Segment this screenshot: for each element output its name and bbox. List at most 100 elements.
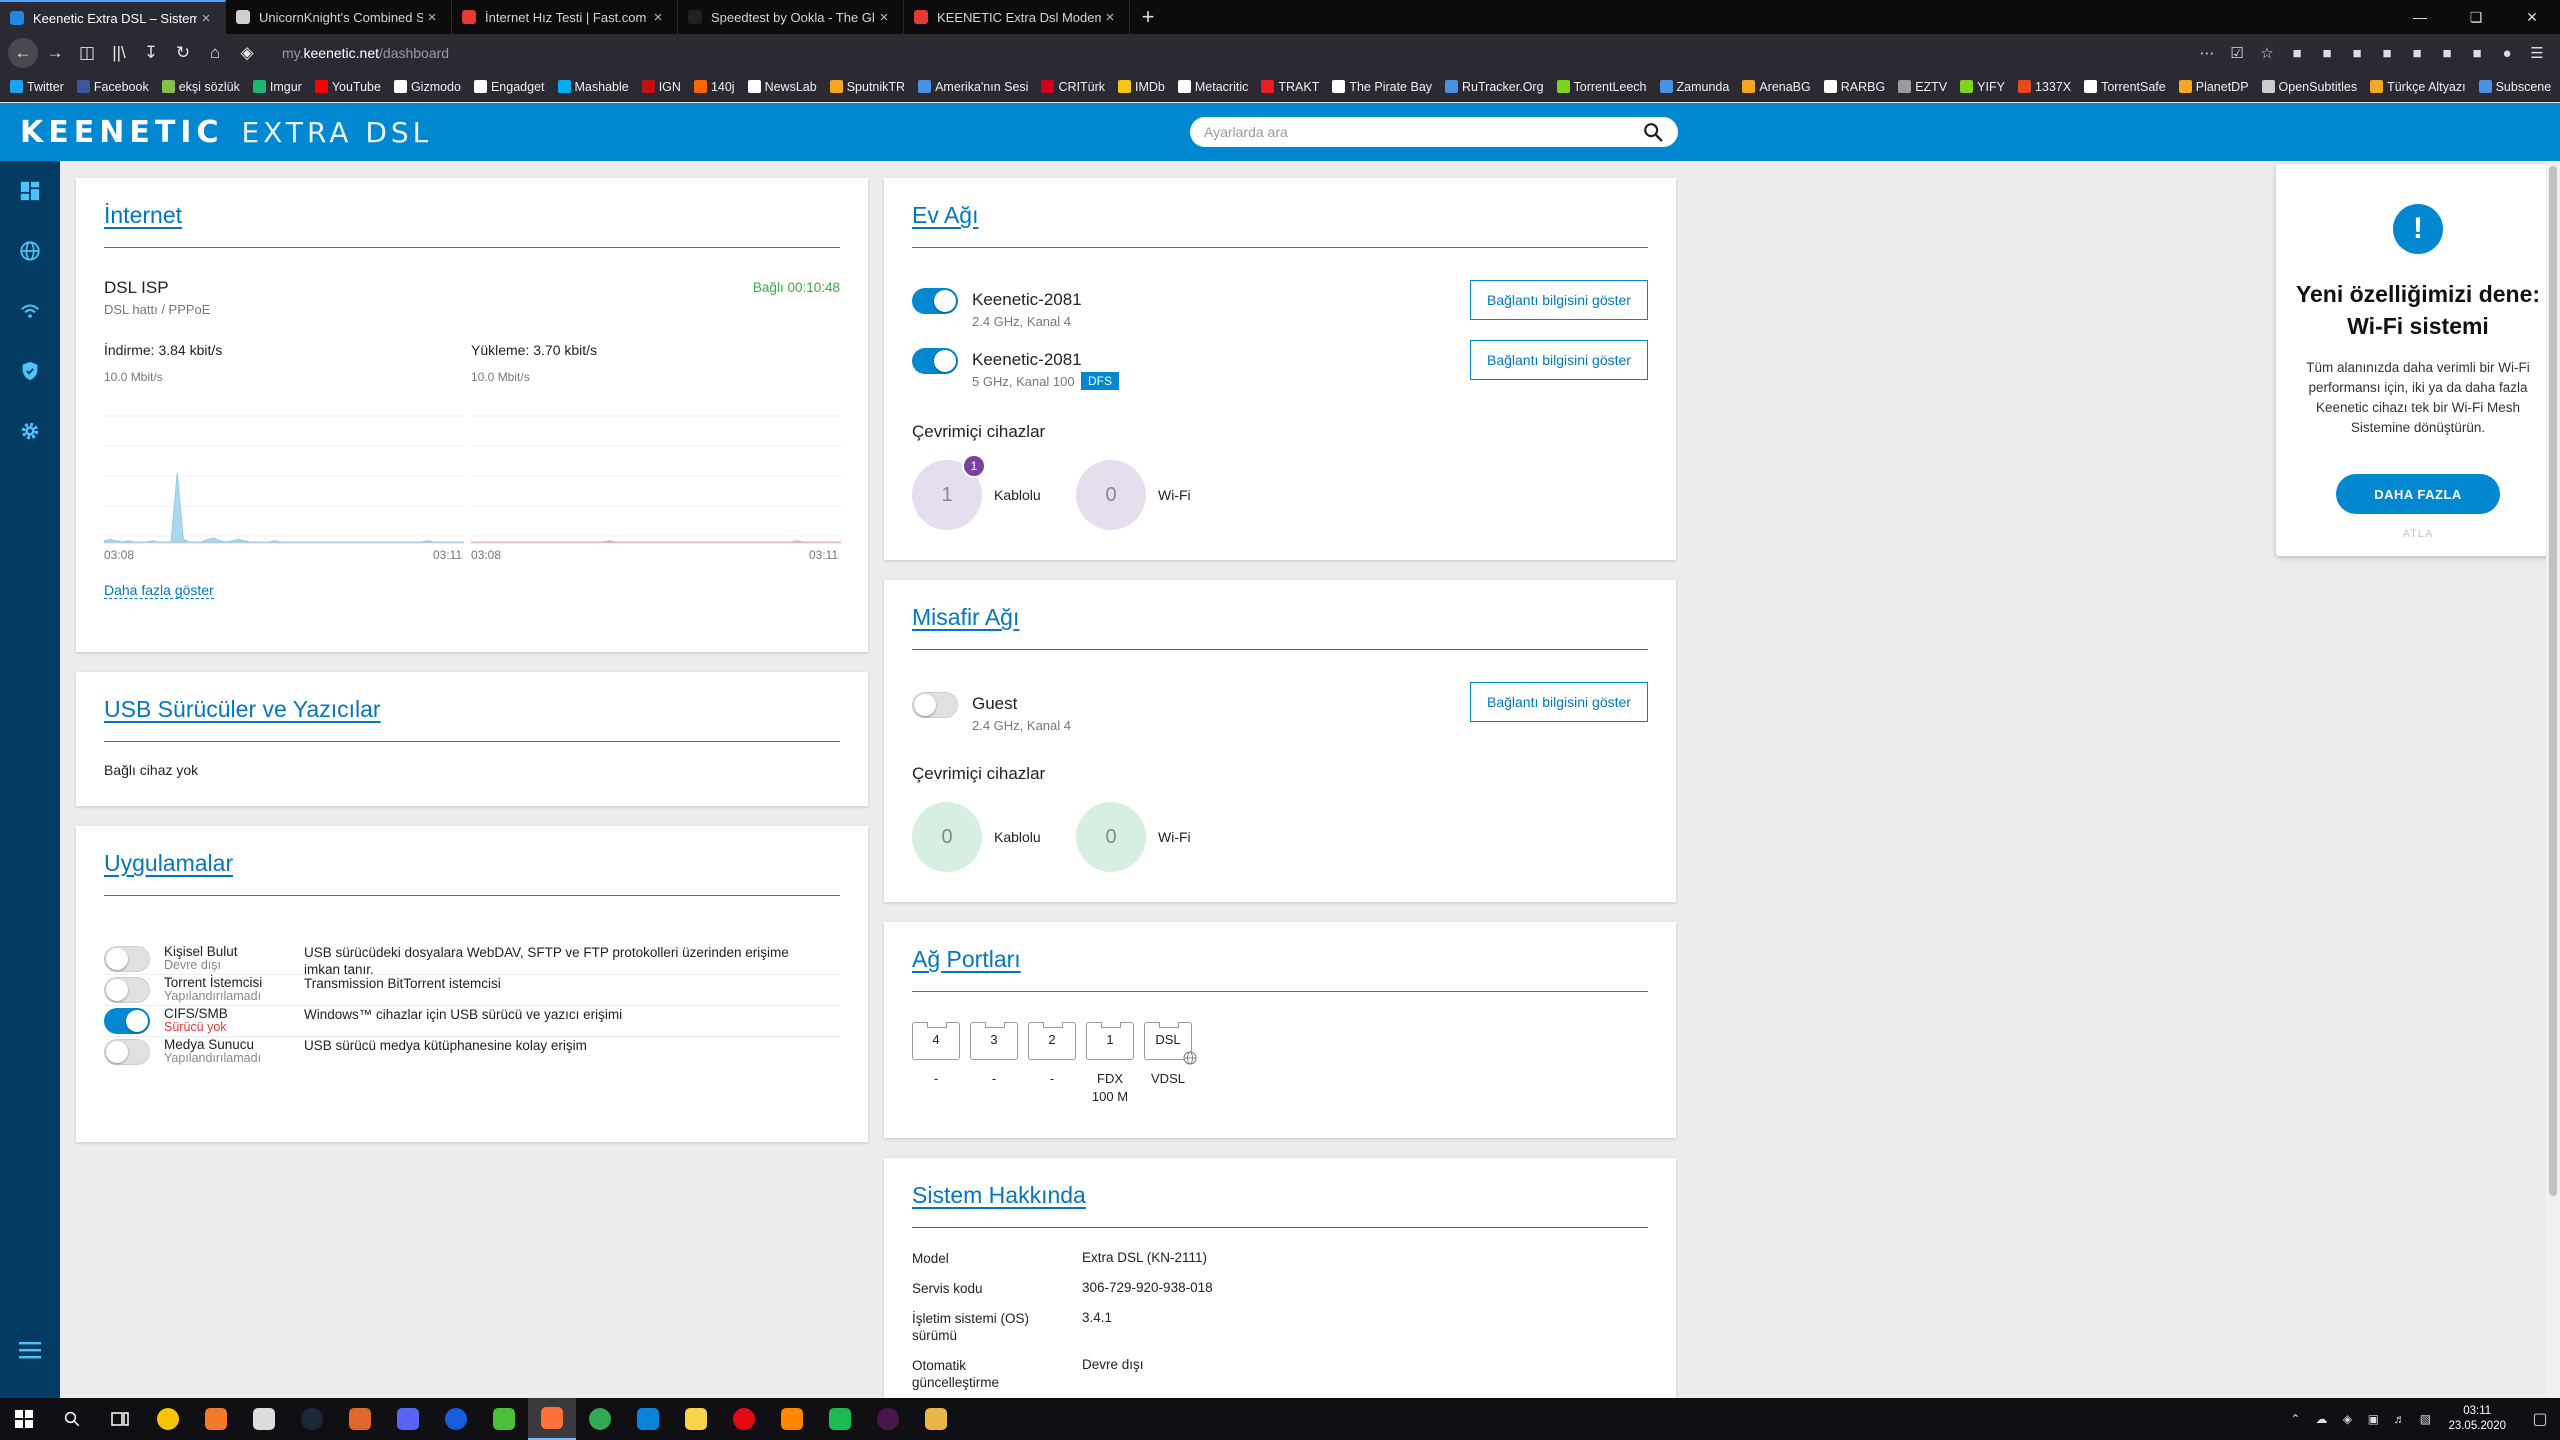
app-toggle[interactable]	[104, 1039, 150, 1065]
card-title[interactable]: İnternet	[104, 202, 182, 229]
volume-icon[interactable]: ♬	[2386, 1412, 2412, 1426]
sidebar-toggle-icon[interactable]: ◫	[72, 38, 102, 68]
nav-settings[interactable]	[0, 401, 60, 461]
bookmark-item[interactable]: IMDb	[1118, 80, 1165, 94]
browser-tab[interactable]: Speedtest by Ookla - The Glob ×	[678, 0, 904, 34]
firefox-icon[interactable]	[528, 1398, 576, 1440]
task-view-icon[interactable]	[96, 1398, 144, 1440]
app-toggle[interactable]	[104, 977, 150, 1003]
bookmark-item[interactable]: The Pirate Bay	[1332, 80, 1432, 94]
edge-icon[interactable]	[624, 1398, 672, 1440]
bookmark-star-icon[interactable]: ☆	[2252, 44, 2282, 62]
bookmark-item[interactable]: EZTV	[1898, 80, 1947, 94]
security-icon[interactable]: ◈	[2334, 1412, 2360, 1426]
bookmark-item[interactable]: Mashable	[557, 80, 629, 94]
card-title[interactable]: Uygulamalar	[104, 850, 233, 877]
browser-tab[interactable]: KEENETIC Extra Dsl Modem ve×	[904, 0, 1130, 34]
chevron-up-icon[interactable]: ⌃	[2282, 1412, 2308, 1426]
close-icon[interactable]: ×	[1101, 9, 1119, 26]
bookmark-item[interactable]: YouTube	[314, 80, 381, 94]
restore-icon[interactable]: ❏	[2448, 0, 2504, 34]
settings-search[interactable]	[1190, 117, 1678, 147]
extension-icon[interactable]: ■	[2312, 45, 2342, 62]
bookmark-item[interactable]: 1337X	[2017, 80, 2071, 94]
slack-icon[interactable]	[864, 1398, 912, 1440]
bookmark-item[interactable]: Gizmodo	[393, 80, 461, 94]
clock[interactable]: 03:11 23.05.2020	[2448, 1404, 2506, 1434]
card-title[interactable]: Ev Ağı	[912, 202, 978, 229]
bookmark-item[interactable]: Subscene	[2478, 80, 2551, 94]
card-title[interactable]: Ağ Portları	[912, 946, 1021, 973]
search-icon[interactable]	[48, 1398, 96, 1440]
bookmark-item[interactable]: CRITürk	[1041, 80, 1105, 94]
browser-tab[interactable]: İnternet Hız Testi | Fast.com ×	[452, 0, 678, 34]
netflix-icon[interactable]	[720, 1398, 768, 1440]
blender-icon[interactable]	[192, 1398, 240, 1440]
bookmark-item[interactable]: Türkçe Altyazı	[2370, 80, 2466, 94]
bookmark-item[interactable]: ekşi sözlük	[161, 80, 240, 94]
show-connection-info-button[interactable]: Bağlantı bilgisini göster	[1470, 340, 1648, 380]
app-toggle[interactable]	[104, 946, 150, 972]
bookmark-item[interactable]: OpenSubtitles	[2261, 80, 2357, 94]
browser-tab[interactable]: UnicornKnight's Combined Sp ×	[226, 0, 452, 34]
guest-wifi-toggle[interactable]	[912, 692, 958, 718]
show-more-link[interactable]: Daha fazla göster	[104, 582, 214, 599]
cloud-icon[interactable]: ☁	[2308, 1412, 2334, 1426]
close-icon[interactable]: ×	[649, 9, 667, 26]
wifi-5-toggle[interactable]	[912, 348, 958, 374]
show-connection-info-button[interactable]: Bağlantı bilgisini göster	[1470, 682, 1648, 722]
bookmark-item[interactable]: SputnikTR	[829, 80, 905, 94]
wifi-24-toggle[interactable]	[912, 288, 958, 314]
chrome-icon[interactable]	[576, 1398, 624, 1440]
new-tab-button[interactable]: +	[1130, 0, 1166, 34]
wifi-devices-count[interactable]: 0	[1076, 460, 1146, 530]
skip-button[interactable]: ATLA	[2276, 528, 2560, 540]
bookmark-item[interactable]: RuTracker.Org	[1445, 80, 1544, 94]
bookmark-item[interactable]: TorrentLeech	[1556, 80, 1647, 94]
bookmark-item[interactable]: RARBG	[1823, 80, 1885, 94]
extension-icon[interactable]: ■	[2372, 45, 2402, 62]
bookmark-item[interactable]: Zamunda	[1659, 80, 1729, 94]
notes-icon[interactable]	[672, 1398, 720, 1440]
bookmark-item[interactable]: NewsLab	[747, 80, 817, 94]
spotify-icon[interactable]	[816, 1398, 864, 1440]
app-toggle[interactable]	[104, 1008, 150, 1034]
bookmark-item[interactable]: Metacritic	[1177, 80, 1248, 94]
bookmark-item[interactable]: Engadget	[473, 80, 545, 94]
keenetic-logo[interactable]: KEENETIC	[20, 115, 223, 150]
close-icon[interactable]: ×	[875, 9, 893, 26]
file-explorer-icon[interactable]	[144, 1398, 192, 1440]
menu-icon[interactable]: ☰	[2522, 44, 2552, 62]
network-icon[interactable]: ▣	[2360, 1412, 2386, 1426]
close-icon[interactable]: ×	[197, 10, 215, 27]
close-icon[interactable]: ×	[423, 9, 441, 26]
page-actions-icon[interactable]: ⋯	[2192, 44, 2222, 62]
language-icon[interactable]: ▧	[2412, 1412, 2438, 1426]
folder-icon[interactable]	[912, 1398, 960, 1440]
vlc-icon[interactable]	[768, 1398, 816, 1440]
bookmark-item[interactable]: TRAKT	[1261, 80, 1319, 94]
downloads-icon[interactable]: ↧	[136, 38, 166, 68]
obs-icon[interactable]	[240, 1398, 288, 1440]
steam-icon[interactable]	[288, 1398, 336, 1440]
nav-wifi[interactable]	[0, 281, 60, 341]
network-port[interactable]: 1	[1086, 1022, 1134, 1060]
pocket-icon[interactable]: ☑	[2222, 44, 2252, 62]
menu-icon[interactable]	[0, 1330, 60, 1370]
network-port[interactable]: 4	[912, 1022, 960, 1060]
scrollbar-thumb[interactable]	[2549, 166, 2557, 1196]
library-icon[interactable]: ||\	[104, 38, 134, 68]
back-button[interactable]: ←	[8, 38, 38, 68]
card-title[interactable]: USB Sürücüler ve Yazıcılar	[104, 696, 381, 723]
reload-button[interactable]: ↻	[168, 38, 198, 68]
bookmark-item[interactable]: YIFY	[1960, 80, 2005, 94]
extension-icon[interactable]: ■	[2342, 45, 2372, 62]
shield-icon[interactable]: ◈	[232, 38, 262, 68]
browser-tab[interactable]: Keenetic Extra DSL – Sistem Gö×	[0, 0, 226, 34]
bookmark-item[interactable]: PlanetDP	[2178, 80, 2249, 94]
extension-icon[interactable]: ■	[2462, 45, 2492, 62]
extension-icon[interactable]: ■	[2402, 45, 2432, 62]
discord-icon[interactable]	[384, 1398, 432, 1440]
network-port[interactable]: DSL	[1144, 1022, 1197, 1065]
bookmark-item[interactable]: Facebook	[76, 80, 149, 94]
